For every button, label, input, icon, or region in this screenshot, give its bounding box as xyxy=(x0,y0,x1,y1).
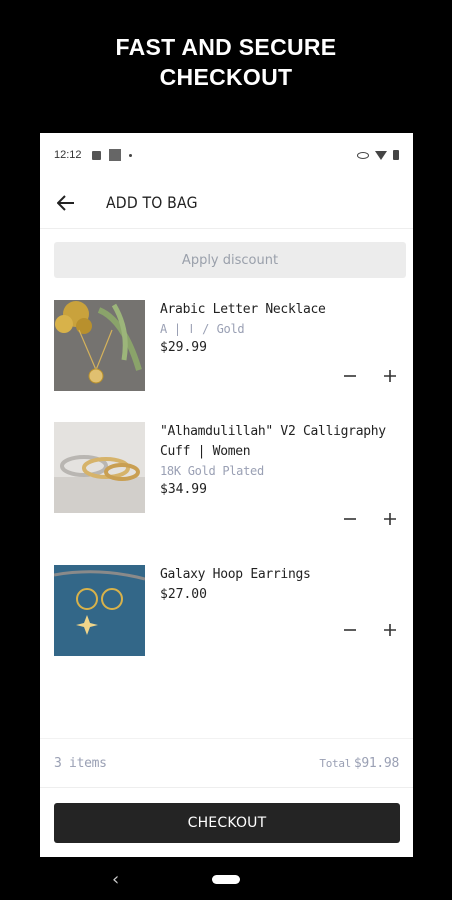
minus-icon xyxy=(344,375,356,377)
cart-item: "Alhamdulillah" V2 Calligraphy Cuff | Wo… xyxy=(54,422,400,542)
item-price: $34.99 xyxy=(160,482,207,497)
quantity-stepper xyxy=(340,620,400,640)
increase-quantity-button[interactable] xyxy=(380,509,400,529)
item-price: $29.99 xyxy=(160,340,207,355)
product-image-necklace[interactable] xyxy=(54,300,145,391)
product-image-cuff[interactable] xyxy=(54,422,145,513)
quantity-stepper xyxy=(340,366,400,386)
eye-icon xyxy=(357,151,369,159)
quantity-stepper xyxy=(340,509,400,529)
nav-home-icon[interactable] xyxy=(212,875,240,884)
plus-icon xyxy=(384,513,396,525)
image-notification-icon xyxy=(91,150,101,160)
minus-icon xyxy=(344,518,356,520)
item-variant: 18K Gold Plated xyxy=(160,464,264,478)
headline-line-1: FAST AND SECURE xyxy=(115,34,337,60)
app-header: ADD TO BAG xyxy=(40,177,413,229)
decrease-quantity-button[interactable] xyxy=(340,509,360,529)
nav-back-icon[interactable]: ‹ xyxy=(112,869,119,890)
decrease-quantity-button[interactable] xyxy=(340,366,360,386)
phone-screen: 12:12 ADD TO BAG Apply discount Arabic L… xyxy=(40,133,413,857)
back-button[interactable] xyxy=(54,191,78,215)
status-bar: 12:12 xyxy=(40,133,413,177)
system-nav-bar: ‹ xyxy=(0,857,452,900)
total-label: Total xyxy=(319,757,351,770)
items-count: 3 items xyxy=(54,756,107,771)
item-price: $27.00 xyxy=(160,587,207,602)
total-value: $91.98 xyxy=(353,756,399,771)
promo-headline: FAST AND SECURE CHECKOUT xyxy=(0,32,452,92)
status-indicators xyxy=(357,150,399,160)
checkout-button[interactable]: CHECKOUT xyxy=(54,803,400,843)
headline-line-2: CHECKOUT xyxy=(159,64,293,90)
apply-discount-button[interactable]: Apply discount xyxy=(54,242,406,278)
plus-icon xyxy=(384,370,396,382)
decrease-quantity-button[interactable] xyxy=(340,620,360,640)
increase-quantity-button[interactable] xyxy=(380,620,400,640)
battery-icon xyxy=(393,150,399,160)
item-info: Arabic Letter Necklace A | ا / Gold $29.… xyxy=(160,300,400,358)
minus-icon xyxy=(344,629,356,631)
cart-summary: 3 items Total $91.98 xyxy=(40,738,413,788)
item-name[interactable]: Galaxy Hoop Earrings xyxy=(160,565,400,585)
app-notification-icon xyxy=(108,149,121,161)
cart-item: Arabic Letter Necklace A | ا / Gold $29.… xyxy=(54,300,400,400)
increase-quantity-button[interactable] xyxy=(380,366,400,386)
page-title: ADD TO BAG xyxy=(106,193,198,212)
product-image-earrings[interactable] xyxy=(54,565,145,656)
plus-icon xyxy=(384,624,396,636)
item-info: Galaxy Hoop Earrings $27.00 xyxy=(160,565,400,605)
item-name[interactable]: "Alhamdulillah" V2 Calligraphy Cuff | Wo… xyxy=(160,422,400,462)
item-variant: A | ا / Gold xyxy=(160,322,245,336)
arrow-left-icon xyxy=(57,194,74,211)
item-name[interactable]: Arabic Letter Necklace xyxy=(160,300,400,320)
status-time: 12:12 xyxy=(54,149,82,161)
cart-item: Galaxy Hoop Earrings $27.00 xyxy=(54,565,400,665)
more-notifications-icon xyxy=(128,153,132,157)
wifi-icon xyxy=(375,150,387,160)
item-info: "Alhamdulillah" V2 Calligraphy Cuff | Wo… xyxy=(160,422,400,500)
